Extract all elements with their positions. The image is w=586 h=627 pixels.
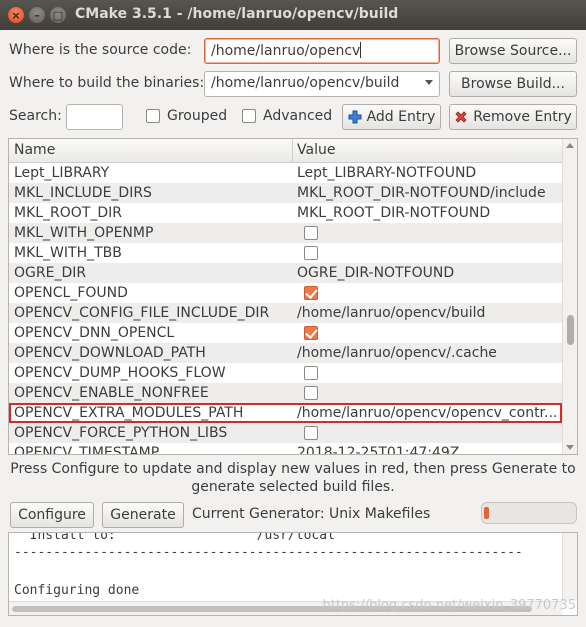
cell-name: OPENCV_DOWNLOAD_PATH bbox=[14, 345, 206, 361]
hint-line-2: generate selected build files. bbox=[191, 479, 395, 495]
cache-table: Name Value Lept_LIBRARY Lept_LIBRARY-NOTF… bbox=[8, 138, 578, 455]
remove-x-icon bbox=[455, 111, 467, 123]
current-generator-text: Current Generator: Unix Makefiles bbox=[192, 506, 431, 522]
remove-entry-button[interactable]: Remove Entry bbox=[449, 104, 577, 130]
source-path-text: /home/lanruo/opencv bbox=[211, 43, 361, 59]
cell-name: OGRE_DIR bbox=[14, 265, 87, 281]
advanced-label: Advanced bbox=[263, 108, 333, 124]
value-checkbox[interactable] bbox=[304, 386, 318, 400]
value-checkbox[interactable] bbox=[304, 366, 318, 380]
table-row[interactable]: OPENCV_TIMESTAMP 2018-12-25T01:47:49Z bbox=[9, 443, 562, 455]
build-label: Where to build the binaries: bbox=[9, 75, 205, 91]
cell-name: OPENCV_TIMESTAMP bbox=[14, 445, 160, 455]
build-path-combobox[interactable]: /home/lanruo/opencv/build bbox=[204, 71, 440, 97]
build-path-text: /home/lanruo/opencv/build bbox=[211, 75, 400, 91]
source-label: Where is the source code: bbox=[9, 42, 192, 58]
add-entry-button[interactable]: Add Entry bbox=[342, 104, 441, 130]
cell-value[interactable]: MKL_ROOT_DIR-NOTFOUND bbox=[297, 203, 559, 223]
text-caret bbox=[360, 42, 362, 58]
cell-name: OPENCV_EXTRA_MODULES_PATH bbox=[14, 405, 244, 421]
value-checkbox[interactable] bbox=[304, 246, 318, 260]
output-vertical-scrollbar[interactable] bbox=[562, 533, 577, 601]
output-line: Configuring done bbox=[14, 583, 140, 598]
grouped-checkbox[interactable] bbox=[146, 109, 160, 123]
value-checkbox[interactable] bbox=[304, 286, 318, 300]
scroll-up-icon[interactable] bbox=[566, 143, 574, 148]
hint-line-1: Press Configure to update and display ne… bbox=[10, 461, 576, 477]
table-row[interactable]: MKL_WITH_TBB bbox=[9, 243, 562, 263]
value-checkbox[interactable] bbox=[304, 426, 318, 440]
configure-label: Configure bbox=[18, 507, 86, 523]
cell-value[interactable]: 2018-12-25T01:47:49Z bbox=[297, 443, 559, 454]
table-row[interactable]: OPENCL_FOUND bbox=[9, 283, 562, 303]
generate-button[interactable]: Generate bbox=[102, 502, 184, 528]
generate-label: Generate bbox=[110, 507, 176, 523]
table-scrollbar[interactable] bbox=[562, 139, 577, 454]
cell-name: MKL_WITH_OPENMP bbox=[14, 225, 154, 241]
cell-name: OPENCV_CONFIG_FILE_INCLUDE_DIR bbox=[14, 305, 270, 321]
cell-name: OPENCV_DNN_OPENCL bbox=[14, 325, 175, 341]
table-row[interactable]: OPENCV_EXTRA_MODULES_PATH/home/lanruo/op… bbox=[9, 403, 562, 423]
browse-build-button[interactable]: Browse Build... bbox=[449, 71, 577, 97]
table-header: Name Value bbox=[9, 139, 562, 163]
table-row[interactable]: MKL_WITH_OPENMP bbox=[9, 223, 562, 243]
cell-value[interactable]: /home/lanruo/opencv/build bbox=[297, 303, 559, 323]
search-input[interactable] bbox=[66, 104, 123, 130]
table-row[interactable]: OPENCV_FORCE_PYTHON_LIBS bbox=[9, 423, 562, 443]
table-row[interactable]: OPENCV_DNN_OPENCL bbox=[9, 323, 562, 343]
table-row[interactable]: MKL_ROOT_DIR MKL_ROOT_DIR-NOTFOUND bbox=[9, 203, 562, 223]
scroll-thumb[interactable] bbox=[567, 315, 574, 345]
column-header-value[interactable]: Value bbox=[297, 142, 335, 158]
cell-name: OPENCV_ENABLE_NONFREE bbox=[14, 385, 209, 401]
add-entry-label: Add Entry bbox=[366, 109, 436, 125]
column-header-name[interactable]: Name bbox=[14, 142, 55, 158]
cell-value[interactable]: OGRE_DIR-NOTFOUND bbox=[297, 263, 559, 283]
table-row[interactable]: Lept_LIBRARY Lept_LIBRARY-NOTFOUND bbox=[9, 163, 562, 183]
source-path-input[interactable]: /home/lanruo/opencv bbox=[204, 38, 440, 64]
table-row[interactable]: OGRE_DIR OGRE_DIR-NOTFOUND bbox=[9, 263, 562, 283]
chevron-down-icon[interactable] bbox=[425, 80, 433, 85]
search-label: Search: bbox=[9, 108, 62, 124]
table-body: Lept_LIBRARY Lept_LIBRARY-NOTFOUND MKL_INC… bbox=[9, 163, 562, 455]
progress-fill bbox=[484, 507, 489, 519]
cell-value[interactable]: /home/lanruo/opencv/opencv_contr... bbox=[297, 403, 559, 423]
table-row[interactable]: OPENCV_DOWNLOAD_PATH/home/lanruo/opencv/… bbox=[9, 343, 562, 363]
cell-value[interactable]: MKL_ROOT_DIR-NOTFOUND/include bbox=[297, 183, 559, 203]
output-line: ----------------------------------------… bbox=[14, 545, 523, 560]
table-row[interactable]: OPENCV_DUMP_HOOKS_FLOW bbox=[9, 363, 562, 383]
window-title: CMake 3.5.1 - /home/lanruo/opencv/build bbox=[75, 6, 399, 22]
browse-source-button[interactable]: Browse Source... bbox=[449, 38, 577, 64]
cell-name: OPENCV_FORCE_PYTHON_LIBS bbox=[14, 425, 228, 441]
title-bar: × – □ CMake 3.5.1 - /home/lanruo/opencv/… bbox=[0, 0, 586, 30]
cell-name: Lept_LIBRARY bbox=[14, 165, 110, 181]
table-row[interactable]: OPENCV_CONFIG_FILE_INCLUDE_DIR/home/lanr… bbox=[9, 303, 562, 323]
maximize-window-icon[interactable]: □ bbox=[50, 7, 66, 23]
cell-value[interactable]: /home/lanruo/opencv/.cache bbox=[297, 343, 559, 363]
cell-name: MKL_INCLUDE_DIRS bbox=[14, 185, 152, 201]
browse-source-label: Browse Source... bbox=[454, 43, 572, 59]
close-window-icon[interactable]: × bbox=[8, 7, 24, 23]
cell-value[interactable]: Lept_LIBRARY-NOTFOUND bbox=[297, 163, 559, 183]
scroll-down-icon[interactable] bbox=[566, 445, 574, 450]
cell-name: OPENCL_FOUND bbox=[14, 285, 128, 301]
advanced-checkbox[interactable] bbox=[242, 109, 256, 123]
remove-entry-label: Remove Entry bbox=[473, 109, 572, 125]
value-checkbox[interactable] bbox=[304, 226, 318, 240]
browse-build-label: Browse Build... bbox=[461, 76, 565, 92]
table-row[interactable]: OPENCV_ENABLE_NONFREE bbox=[9, 383, 562, 403]
table-row[interactable]: MKL_INCLUDE_DIRS MKL_ROOT_DIR-NOTFOUND/in… bbox=[9, 183, 562, 203]
column-divider bbox=[292, 139, 293, 163]
minimize-window-icon[interactable]: – bbox=[29, 7, 45, 23]
cell-name: MKL_ROOT_DIR bbox=[14, 205, 123, 221]
watermark-text: https://blog.csdn.net/weixin_39770735 bbox=[322, 598, 576, 613]
plus-icon bbox=[348, 110, 362, 124]
progress-bar bbox=[481, 502, 577, 524]
output-line: Install to: /usr/local bbox=[14, 532, 335, 543]
cell-name: OPENCV_DUMP_HOOKS_FLOW bbox=[14, 365, 226, 381]
cell-name: MKL_WITH_TBB bbox=[14, 245, 122, 261]
value-checkbox[interactable] bbox=[304, 326, 318, 340]
configure-button[interactable]: Configure bbox=[10, 502, 94, 528]
grouped-label: Grouped bbox=[167, 108, 228, 124]
hint-text: Press Configure to update and display ne… bbox=[0, 460, 586, 496]
